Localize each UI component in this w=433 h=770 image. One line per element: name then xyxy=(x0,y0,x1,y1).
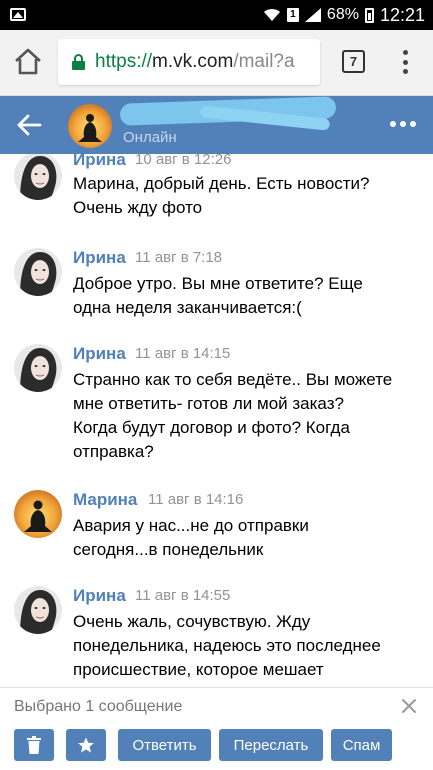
reply-button[interactable]: Ответить xyxy=(118,729,211,761)
message-author[interactable]: Ирина xyxy=(73,248,126,268)
url-scheme: https:// xyxy=(95,51,153,72)
home-icon[interactable] xyxy=(12,46,44,78)
url-host: m.vk.com xyxy=(152,51,234,72)
message-text: Марина, добрый день. Есть новости? Очень… xyxy=(73,172,418,220)
avatar-irina[interactable] xyxy=(14,586,62,634)
message-line: Когда будут договор и фото? Когда xyxy=(73,418,350,437)
message-line: Доброе утро. Вы мне ответите? Еще xyxy=(73,274,363,293)
message-time: 10 авг в 12:26 xyxy=(135,154,232,168)
status-icons: 1 68% 12:21 xyxy=(263,0,425,30)
message-line: отправка? xyxy=(73,442,154,461)
message-text: Странно как то себя ведёте.. Вы можете м… xyxy=(73,368,418,464)
message-time: 11 авг в 14:16 xyxy=(148,491,244,508)
message-author[interactable]: Ирина xyxy=(73,154,126,170)
online-status: Онлайн xyxy=(123,129,177,146)
sim-icon: 1 xyxy=(286,8,299,22)
message-text: Очень жаль, сочувствую. Жду понедельника… xyxy=(73,610,418,682)
message-author[interactable]: Ирина xyxy=(73,344,126,364)
avatar-irina[interactable] xyxy=(14,344,62,392)
delete-button[interactable] xyxy=(14,729,54,761)
more-options-icon[interactable] xyxy=(390,121,416,127)
message-item[interactable]: Ирина 11 авг в 7:18 Доброе утро. Вы мне … xyxy=(0,246,433,336)
message-line: Марина, добрый день. Есть новости? xyxy=(73,174,370,193)
avatar-irina[interactable] xyxy=(14,154,62,200)
tab-switcher-button[interactable]: 7 xyxy=(342,50,365,73)
forward-button[interactable]: Переслать xyxy=(219,729,323,761)
chat-header: Онлайн xyxy=(0,96,433,154)
message-line: сегодня...в понедельник xyxy=(73,540,264,559)
lock-icon xyxy=(72,54,85,70)
message-author[interactable]: Ирина xyxy=(73,586,126,606)
message-time: 11 авг в 7:18 xyxy=(135,249,223,266)
message-line: Авария у нас...не до отправки xyxy=(73,516,309,535)
message-time: 11 авг в 14:55 xyxy=(135,587,231,604)
message-item[interactable]: Ирина 11 авг в 14:15 Странно как то себя… xyxy=(0,342,433,482)
message-item[interactable]: Ирина 11 авг в 14:55 Очень жаль, сочувст… xyxy=(0,584,433,687)
battery-percent: 68% xyxy=(326,6,359,23)
message-line: Очень жду фото xyxy=(73,198,203,217)
close-icon[interactable] xyxy=(401,698,417,714)
star-icon xyxy=(78,737,94,753)
gallery-notification-icon xyxy=(10,8,26,21)
avatar-irina[interactable] xyxy=(14,248,62,296)
message-text: Авария у нас...не до отправки сегодня...… xyxy=(73,514,418,562)
address-bar[interactable]: https://m.vk.com/mail?a xyxy=(58,39,320,85)
message-line: Странно как то себя ведёте.. Вы можете xyxy=(73,370,393,389)
message-item[interactable]: Ирина 10 авг в 12:26 Марина, добрый день… xyxy=(0,154,433,240)
message-time: 11 авг в 14:15 xyxy=(135,345,231,362)
message-list: Ирина 10 авг в 12:26 Марина, добрый день… xyxy=(0,154,433,687)
message-author[interactable]: Марина xyxy=(73,490,137,510)
signal-icon xyxy=(304,8,321,22)
trash-icon xyxy=(27,736,41,754)
message-line: одна неделя заканчивается:( xyxy=(73,298,302,317)
status-bar: 1 68% 12:21 xyxy=(0,0,433,30)
message-text: Доброе утро. Вы мне ответите? Еще одна н… xyxy=(73,272,418,320)
message-item[interactable]: Марина 11 авг в 14:16 Авария у нас...не … xyxy=(0,488,433,578)
selection-toolbar: Выбрано 1 сообщение Ответить Переслать С… xyxy=(0,687,433,770)
selected-count-label: Выбрано 1 сообщение xyxy=(14,698,183,715)
browser-menu-icon[interactable] xyxy=(398,50,412,74)
chat-avatar[interactable] xyxy=(68,104,112,148)
url-path: /mail?a xyxy=(233,51,295,72)
message-line: происшествие, которое мешает xyxy=(73,660,324,679)
wifi-icon xyxy=(263,8,280,21)
message-line: мне ответить- готов ли мой заказ? xyxy=(73,394,344,413)
browser-toolbar: https://m.vk.com/mail?a 7 xyxy=(0,30,433,96)
favorite-button[interactable] xyxy=(66,729,106,761)
message-line: понедельника, надеюсь это последнее xyxy=(73,636,381,655)
message-line: Очень жаль, сочувствую. Жду xyxy=(73,612,311,631)
avatar-marina[interactable] xyxy=(14,490,62,538)
back-arrow-icon[interactable] xyxy=(16,113,42,137)
battery-icon xyxy=(364,7,374,23)
clock: 12:21 xyxy=(379,4,425,25)
spam-button[interactable]: Спам xyxy=(331,729,392,761)
